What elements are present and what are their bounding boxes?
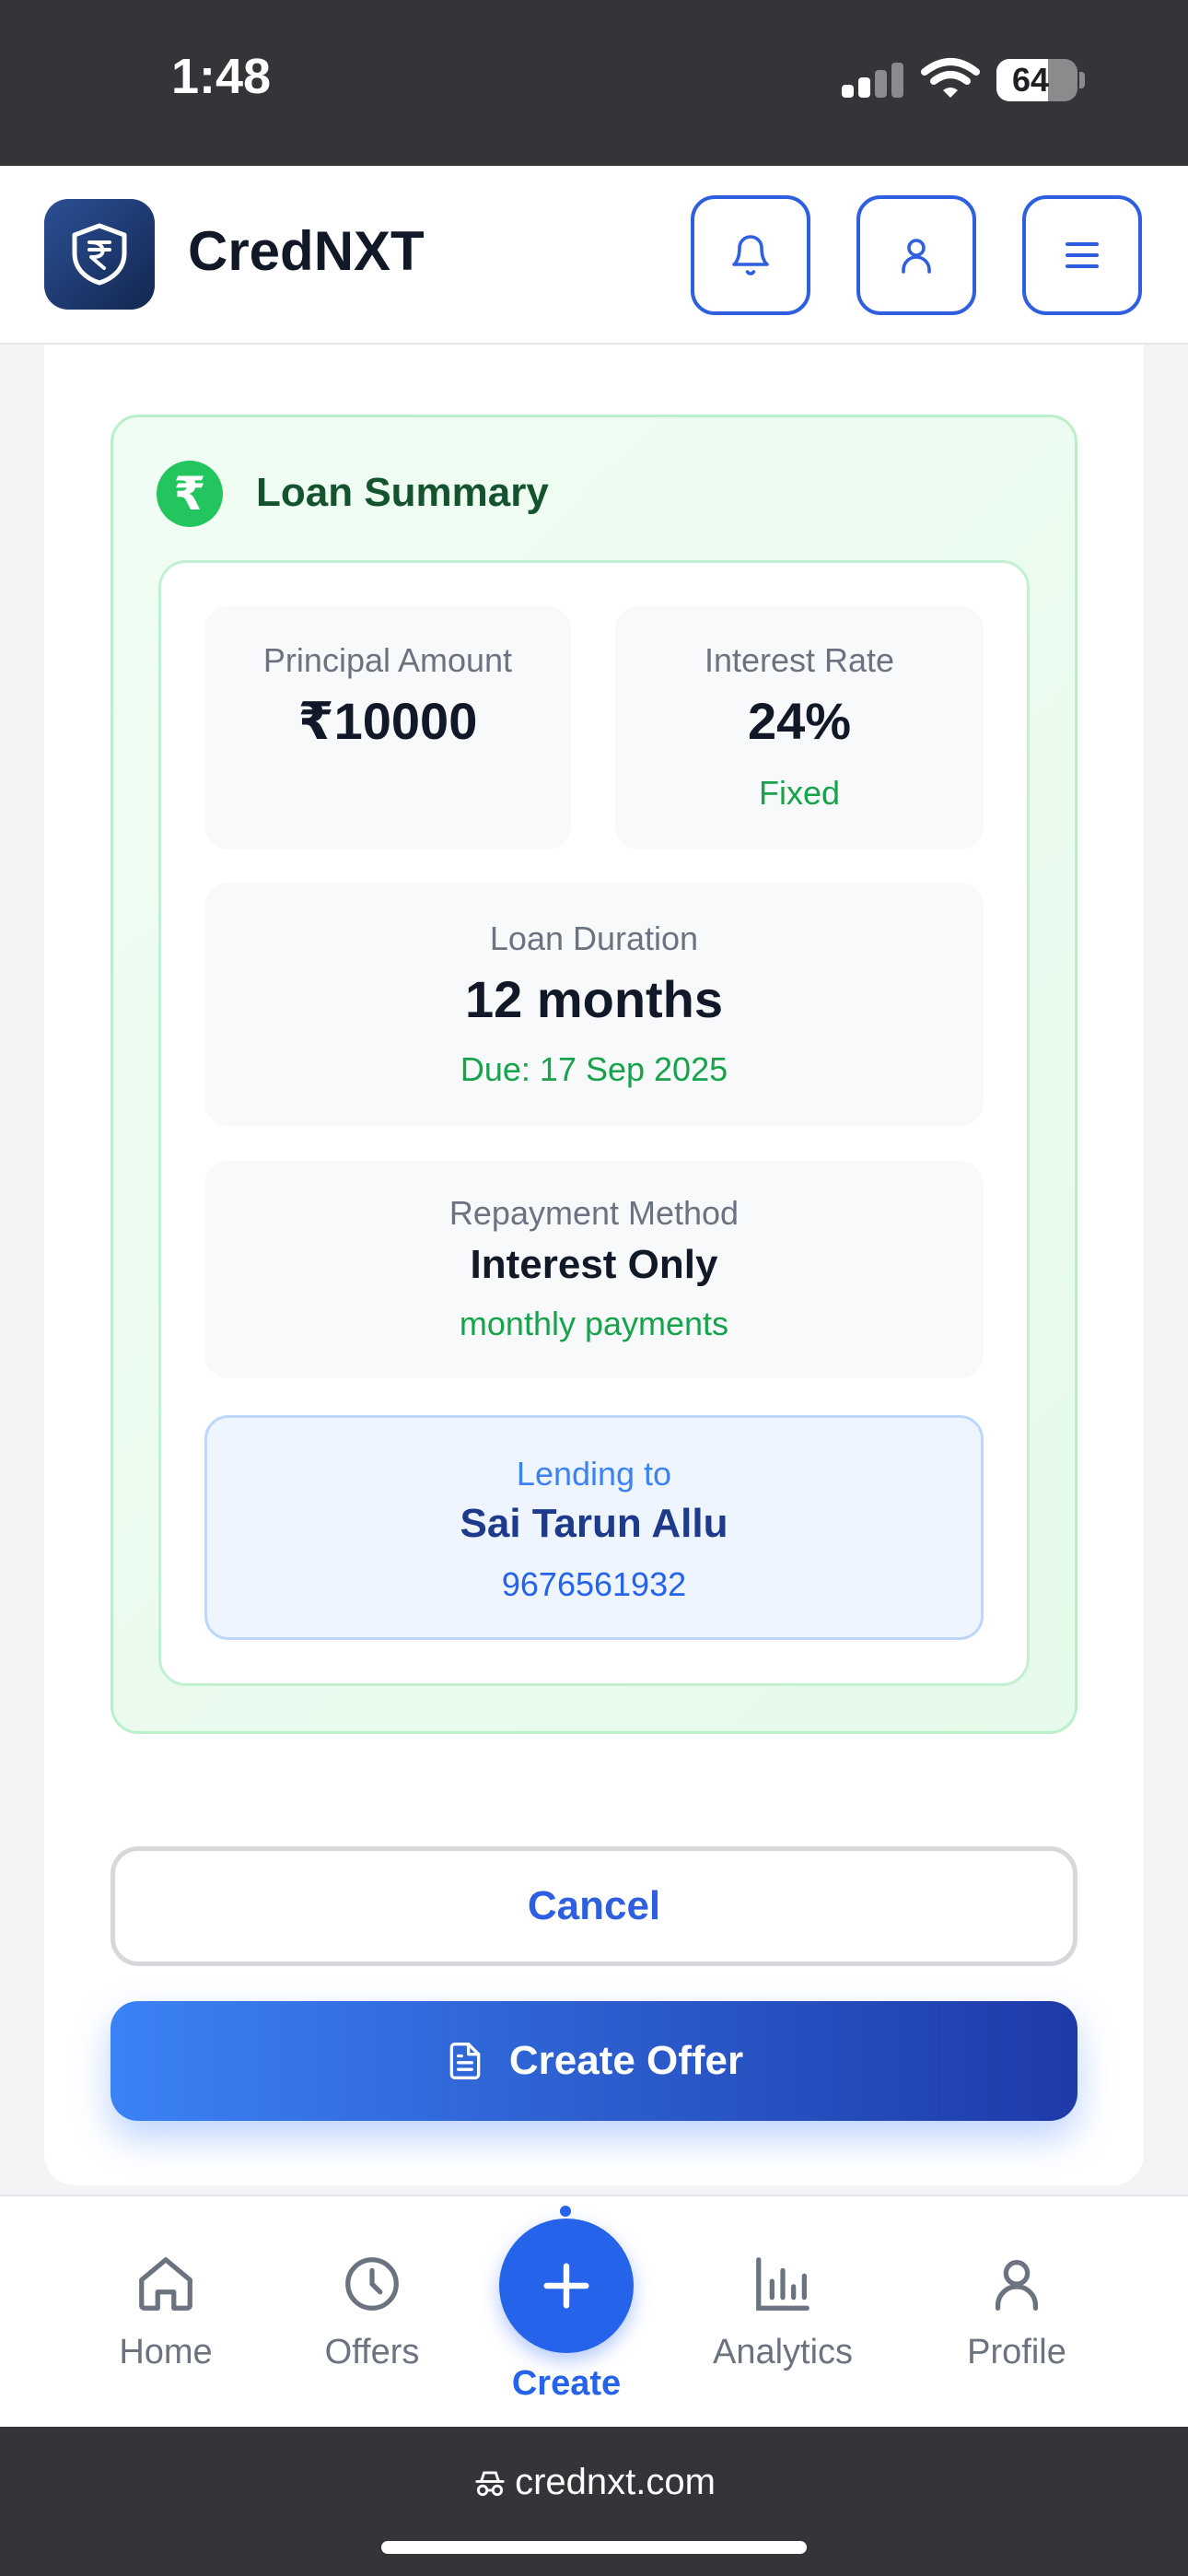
battery-tip — [1079, 72, 1085, 88]
interest-type: Fixed — [758, 774, 841, 812]
user-icon — [902, 239, 931, 274]
interest-label: Interest Rate — [704, 641, 895, 679]
interest-value: 24% — [747, 692, 852, 750]
nav-offers-label: Offers — [324, 2333, 420, 2371]
account-button[interactable] — [856, 195, 976, 315]
nav-profile-label: Profile — [967, 2333, 1066, 2371]
repayment-value: Interest Only — [470, 1242, 718, 1287]
create-offer-label: Create Offer — [508, 2038, 744, 2083]
menu-button[interactable] — [1022, 195, 1142, 315]
home-indicator[interactable] — [381, 2541, 807, 2554]
url-text: crednxt.com — [515, 2462, 716, 2502]
clock-icon — [345, 2257, 399, 2311]
nav-create-button[interactable] — [499, 2219, 634, 2353]
app-header: CredNXT — [0, 166, 1188, 345]
nav-profile[interactable]: Profile — [934, 2196, 1100, 2429]
repayment-frequency: monthly payments — [459, 1305, 729, 1342]
incognito-icon — [475, 2470, 505, 2496]
bell-icon — [732, 235, 769, 275]
borrower-name: Sai Tarun Allu — [460, 1501, 728, 1546]
battery-indicator: 64 — [996, 59, 1077, 101]
principal-tile: Principal Amount ₹10000 — [204, 606, 571, 849]
home-icon — [139, 2257, 192, 2311]
bar-chart-icon — [756, 2257, 809, 2311]
due-date: Due: 17 Sep 2025 — [460, 1050, 728, 1088]
cellular-signal-icon — [842, 63, 904, 98]
lending-to-card: Lending to Sai Tarun Allu 9676561932 — [204, 1415, 984, 1640]
battery-percentage: 64 — [1011, 61, 1050, 99]
cancel-button-label: Cancel — [527, 1883, 661, 1928]
principal-label: Principal Amount — [262, 641, 513, 679]
app-name: CredNXT — [188, 220, 425, 282]
plus-icon — [543, 2263, 589, 2309]
nav-offers[interactable]: Offers — [289, 2196, 455, 2429]
borrower-phone: 9676561932 — [501, 1565, 687, 1603]
user-icon — [995, 2260, 1039, 2311]
duration-value: 12 months — [464, 970, 724, 1028]
rupee-icon: ₹ — [157, 461, 223, 527]
principal-value: ₹10000 — [297, 692, 478, 750]
rupee-shield-icon — [72, 223, 127, 286]
document-icon — [449, 2043, 481, 2079]
repayment-tile: Repayment Method Interest Only monthly p… — [204, 1161, 984, 1378]
nav-home[interactable]: Home — [83, 2196, 249, 2429]
status-time: 1:48 — [171, 49, 272, 104]
repayment-label: Repayment Method — [448, 1194, 740, 1232]
notifications-button[interactable] — [691, 195, 810, 315]
cancel-button[interactable]: Cancel — [111, 1846, 1077, 1966]
duration-tile: Loan Duration 12 months Due: 17 Sep 2025 — [204, 883, 984, 1126]
create-offer-button[interactable]: Create Offer — [111, 2001, 1077, 2121]
nav-create-label: Create — [511, 2364, 622, 2403]
hamburger-icon — [1066, 242, 1099, 268]
lending-label: Lending to — [516, 1455, 672, 1493]
nav-analytics-label: Analytics — [712, 2333, 854, 2371]
url-display[interactable]: crednxt.com — [0, 2462, 1188, 2503]
nav-analytics[interactable]: Analytics — [700, 2196, 866, 2429]
loan-summary-title: Loan Summary — [256, 470, 549, 515]
wifi-icon — [921, 58, 980, 98]
app-logo[interactable] — [44, 199, 155, 310]
nav-home-label: Home — [119, 2333, 213, 2371]
duration-label: Loan Duration — [489, 919, 699, 957]
status-bar: 1:48 64 — [0, 0, 1188, 166]
active-indicator-dot — [560, 2206, 571, 2217]
interest-tile: Interest Rate 24% Fixed — [615, 606, 984, 849]
